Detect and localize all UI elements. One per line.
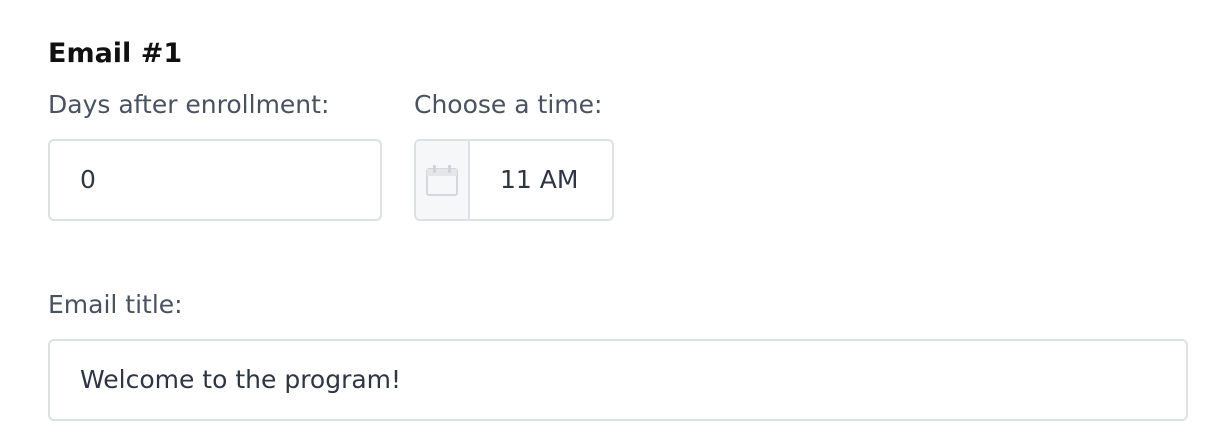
days-after-enrollment-value: 0 (80, 165, 96, 194)
time-picker[interactable]: 11 AM (414, 139, 614, 221)
email-title-value: Welcome to the program! (80, 365, 402, 394)
time-value: 11 AM (500, 165, 579, 194)
days-after-enrollment-label: Days after enrollment: (48, 90, 330, 119)
email-form: Email #1 Days after enrollment: Choose a… (0, 0, 1220, 442)
calendar-icon (426, 165, 458, 196)
choose-time-label: Choose a time: (414, 90, 603, 119)
calendar-icon-cell[interactable] (416, 141, 470, 219)
email-title-label: Email title: (48, 290, 183, 319)
email-heading: Email #1 (48, 38, 183, 69)
email-title-input[interactable]: Welcome to the program! (48, 339, 1188, 421)
days-after-enrollment-input[interactable]: 0 (48, 139, 382, 221)
